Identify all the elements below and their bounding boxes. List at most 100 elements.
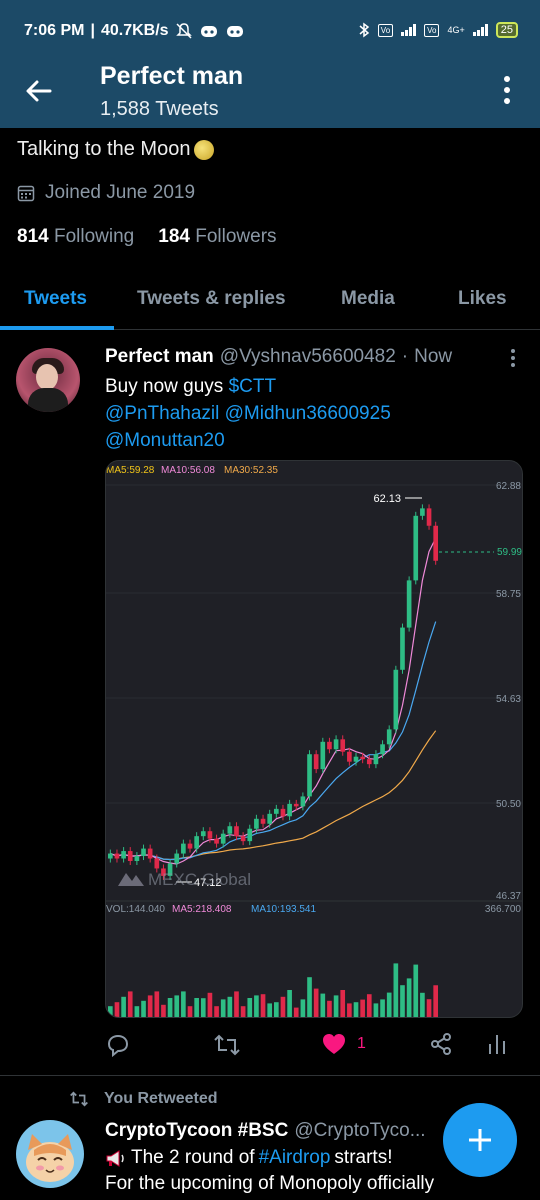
candle [194, 836, 199, 849]
volte-icon: Vo [424, 23, 440, 37]
tab-likes[interactable]: Likes [458, 288, 507, 310]
candle [333, 739, 339, 750]
more-options-icon[interactable] [502, 74, 512, 106]
volume-bar [147, 995, 153, 1017]
volume-bar [127, 991, 133, 1017]
candle [426, 508, 432, 526]
price-tick: 58.75 [496, 589, 521, 600]
network-type: 4G+ [447, 25, 465, 35]
candle [386, 729, 392, 745]
candle [147, 848, 153, 859]
retweet-icon [214, 1034, 240, 1056]
tweet-text: The 2 round of #Airdrop strarts! [105, 1147, 392, 1169]
vol-label: VOL:144.040 [106, 904, 165, 915]
mute-bell-icon [175, 23, 192, 39]
mexc-logo-icon [118, 873, 144, 886]
volte-icon: Vo [377, 23, 394, 37]
page-title: Perfect man [100, 62, 244, 90]
volume-bar [121, 996, 126, 1017]
followers-link[interactable]: 184 Followers [158, 226, 276, 248]
volume-bar [307, 977, 312, 1017]
price-tick: 46.37 [496, 891, 521, 902]
volume-bar [420, 992, 425, 1017]
candle [254, 818, 259, 829]
reply-button[interactable] [105, 1032, 131, 1058]
volume-bar [393, 963, 399, 1017]
volume-bar [433, 985, 439, 1017]
hashtag-link[interactable]: #Airdrop [259, 1147, 331, 1169]
candle [187, 843, 193, 849]
candle [260, 818, 266, 824]
mentions-line-2[interactable]: @Monuttan20 [105, 427, 391, 454]
share-button[interactable] [429, 1032, 453, 1056]
retweet-context-label: You Retweeted [104, 1090, 218, 1107]
retweet-icon [70, 1091, 88, 1107]
compose-tweet-button[interactable] [443, 1103, 517, 1177]
following-link[interactable]: 814 Following [17, 226, 134, 248]
candle [267, 813, 273, 824]
volume-bar [174, 995, 180, 1017]
analytics-button[interactable] [487, 1032, 507, 1056]
moon-emoji-icon [194, 139, 215, 160]
author-name[interactable]: Perfect man [105, 346, 214, 368]
joined-date: Joined June 2019 [17, 182, 195, 204]
candle [373, 754, 379, 765]
following-label: Following [53, 226, 135, 247]
joined-text: Joined June 2019 [45, 182, 196, 203]
author-handle[interactable]: @Vyshnav56600482 [220, 346, 396, 368]
candle [280, 808, 286, 817]
volume-bar [167, 998, 173, 1017]
battery-icon: 25 [495, 22, 518, 38]
avatar[interactable] [16, 348, 80, 412]
tweet-text-prefix: The 2 round of [131, 1147, 255, 1168]
signal-icon [472, 24, 488, 36]
candle [114, 853, 120, 859]
retweet-button[interactable] [213, 1032, 241, 1058]
tab-tweets[interactable]: Tweets [24, 288, 87, 310]
tab-media[interactable]: Media [341, 288, 395, 310]
mentions-line-1[interactable]: @PnThahazil @Midhun36600925 [105, 400, 391, 427]
high-label: 62.13 [373, 493, 401, 505]
volume-bar [400, 985, 405, 1017]
volume-bar [366, 994, 372, 1017]
volume-bar [134, 1006, 140, 1017]
like-button[interactable]: 1 [321, 1032, 366, 1056]
candle [413, 515, 419, 581]
volume-bar [293, 1007, 299, 1017]
profile-bio: Talking to the Moon [17, 138, 215, 161]
status-time: 7:06 PM [24, 22, 85, 39]
tweet-more-icon[interactable] [510, 348, 516, 368]
candlestick-chart-image: MA5:59.28 MA10:56.08 MA30:52.35 62.88 58… [106, 465, 522, 1017]
volume-bar [406, 978, 412, 1017]
volume-bar [114, 1002, 120, 1017]
author-name[interactable]: CryptoTycoon #BSC [105, 1120, 288, 1142]
candle [327, 741, 332, 750]
candle [313, 754, 319, 770]
author-handle[interactable]: @CryptoTyco... [294, 1120, 425, 1142]
top-bar: 7:06 PM | 40.7KB/s Vo Vo 4G+ 25 Perfect … [0, 0, 540, 128]
vol-ma10-label: MA10:193.541 [251, 904, 316, 915]
candle [420, 508, 425, 516]
tab-tweets-replies[interactable]: Tweets & replies [137, 288, 286, 310]
tweet-text-line-2: For the upcoming of Monopoly officially [105, 1173, 435, 1194]
reply-icon [107, 1034, 129, 1058]
candle [406, 580, 412, 628]
active-tab-indicator [0, 326, 114, 330]
avatar[interactable] [16, 1120, 84, 1188]
candle [353, 756, 359, 762]
volume-bar [413, 964, 419, 1017]
candle [300, 796, 306, 807]
candle [340, 739, 346, 752]
candle [234, 826, 239, 837]
cat-avatar-icon [26, 1134, 74, 1182]
back-arrow-icon[interactable] [24, 76, 54, 106]
candle [287, 803, 292, 817]
tweet-media-image[interactable]: MA5:59.28 MA10:56.08 MA30:52.35 62.88 58… [105, 460, 523, 1018]
candle [293, 803, 299, 807]
retweet-context: You Retweeted [68, 1090, 218, 1108]
candle [227, 826, 233, 834]
candle [320, 741, 326, 770]
volume-bar [240, 1006, 246, 1017]
cashtag-link[interactable]: $CTT [229, 376, 277, 397]
volume-bar [340, 990, 346, 1017]
